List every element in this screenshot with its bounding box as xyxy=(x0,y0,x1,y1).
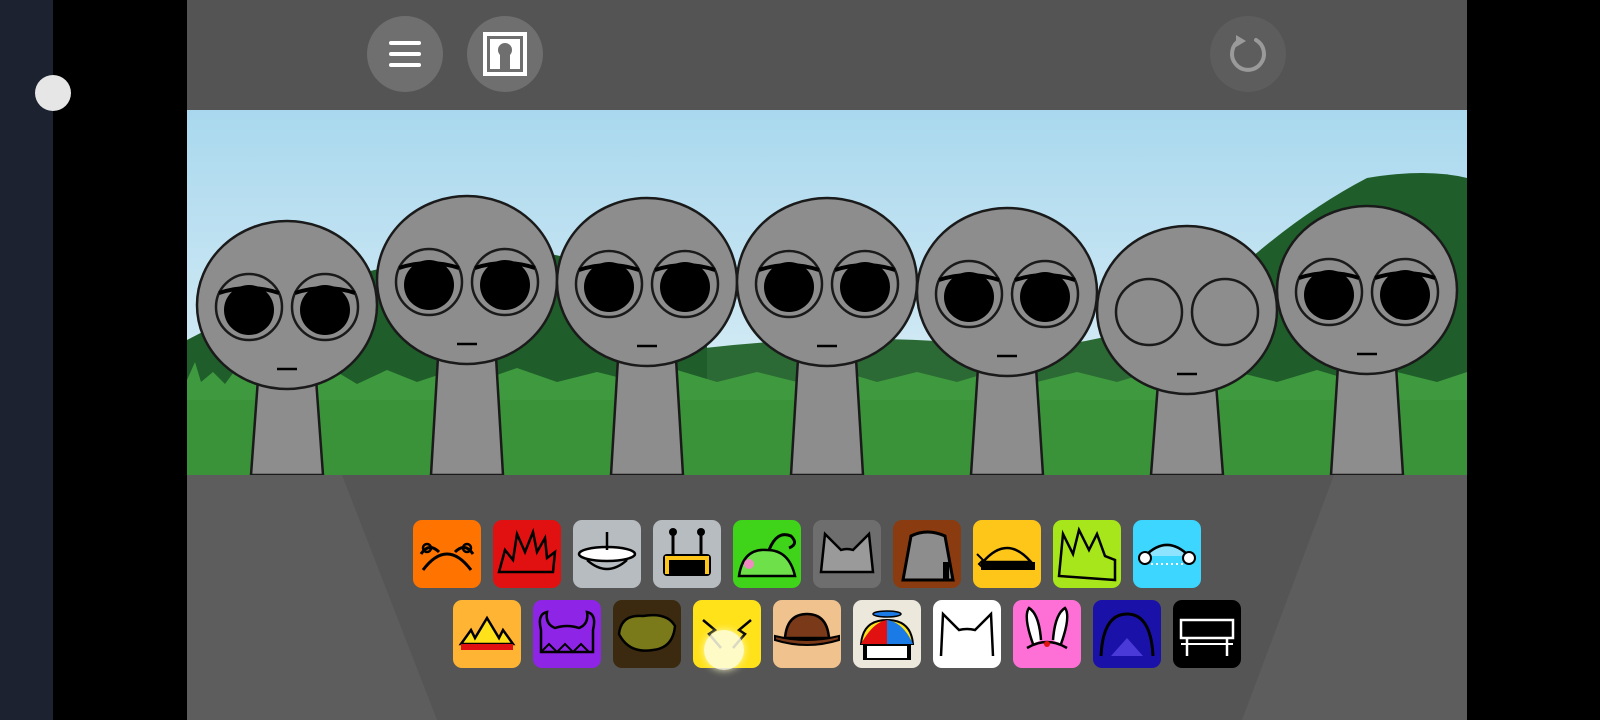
floating-assistive-button[interactable] xyxy=(35,75,71,111)
lime-spiky-sound-tile[interactable] xyxy=(1053,520,1121,588)
yellow-helmet-sound-tile[interactable] xyxy=(973,520,1041,588)
cyan-headphones-sound-icon xyxy=(1138,543,1196,565)
green-swirl-sound-tile[interactable] xyxy=(733,520,801,588)
green-swirl-sound-icon xyxy=(737,533,797,578)
character-pupil xyxy=(404,260,454,310)
silver-antenna-visor-sound-tile[interactable] xyxy=(653,520,721,588)
character-eye-socket xyxy=(1114,277,1184,347)
brown-top-hat-sound-icon xyxy=(901,530,955,582)
white-cat-sound-tile[interactable] xyxy=(933,600,1001,668)
gallery-button[interactable] xyxy=(467,16,543,92)
brown-blob-sound-icon xyxy=(617,613,677,652)
sound-palette-row-2 xyxy=(187,600,1467,668)
tan-cowboy-hat-sound-tile[interactable] xyxy=(773,600,841,668)
pink-bunny-ears-sound-tile[interactable] xyxy=(1013,600,1081,668)
black-bench-sound-icon xyxy=(1179,618,1235,656)
game-area xyxy=(187,0,1467,720)
top-toolbar xyxy=(187,0,1467,110)
character-pupil xyxy=(1020,272,1070,322)
brown-top-hat-sound-tile[interactable] xyxy=(893,520,961,588)
character-pupil xyxy=(1304,270,1354,320)
stage-floor xyxy=(187,475,1467,720)
silver-halo-sound-icon xyxy=(577,532,637,571)
navy-dome-sound-tile[interactable] xyxy=(1093,600,1161,668)
app-screen xyxy=(0,0,1600,720)
yellow-lightning-sound-tile[interactable] xyxy=(693,600,761,668)
character-pupil xyxy=(300,285,350,335)
propeller-cap-sound-tile[interactable] xyxy=(853,600,921,668)
purple-horns-sound-icon xyxy=(538,610,596,654)
character-pupil xyxy=(840,262,890,312)
stage-scene xyxy=(187,110,1467,475)
character-pupil xyxy=(480,260,530,310)
brown-blob-sound-tile[interactable] xyxy=(613,600,681,668)
character-pupil xyxy=(764,262,814,312)
red-spiky-hair-sound-tile[interactable] xyxy=(493,520,561,588)
character-pupil xyxy=(660,262,710,312)
yellow-helmet-sound-icon xyxy=(976,546,1035,570)
portrait-frame-icon xyxy=(483,32,527,76)
orange-crown-sound-tile[interactable] xyxy=(453,600,521,668)
propeller-cap-sound-icon xyxy=(859,610,915,660)
lime-spiky-sound-icon xyxy=(1057,526,1117,582)
character-pupil xyxy=(584,262,634,312)
black-bench-sound-tile[interactable] xyxy=(1173,600,1241,668)
character-pupil xyxy=(1380,270,1430,320)
character-pupil xyxy=(224,285,274,335)
navy-dome-sound-icon xyxy=(1099,612,1155,657)
reset-button[interactable] xyxy=(1210,16,1286,92)
gray-cat-ears-sound-tile[interactable] xyxy=(813,520,881,588)
red-spiky-hair-sound-icon xyxy=(497,527,557,574)
hamburger-menu-icon xyxy=(389,41,421,67)
gray-cat-ears-sound-icon xyxy=(819,531,875,574)
sound-palette-row-1 xyxy=(187,520,1467,588)
yellow-lightning-sound-icon xyxy=(702,619,752,649)
purple-horns-sound-tile[interactable] xyxy=(533,600,601,668)
silver-antenna-visor-sound-icon xyxy=(663,528,711,576)
orange-antenna-sound-tile[interactable] xyxy=(413,520,481,588)
orange-antenna-sound-icon xyxy=(419,542,475,571)
character-pupil xyxy=(944,272,994,322)
orange-crown-sound-icon xyxy=(458,615,516,650)
cyan-headphones-sound-tile[interactable] xyxy=(1133,520,1201,588)
white-cat-sound-icon xyxy=(939,611,995,657)
reset-arrow-icon xyxy=(1230,35,1266,72)
character-stage xyxy=(187,110,1467,475)
menu-button[interactable] xyxy=(367,16,443,92)
pink-bunny-ears-sound-icon xyxy=(1025,606,1069,650)
silver-halo-sound-tile[interactable] xyxy=(573,520,641,588)
character-eye-socket xyxy=(1190,277,1260,347)
tan-cowboy-hat-sound-icon xyxy=(774,612,840,646)
